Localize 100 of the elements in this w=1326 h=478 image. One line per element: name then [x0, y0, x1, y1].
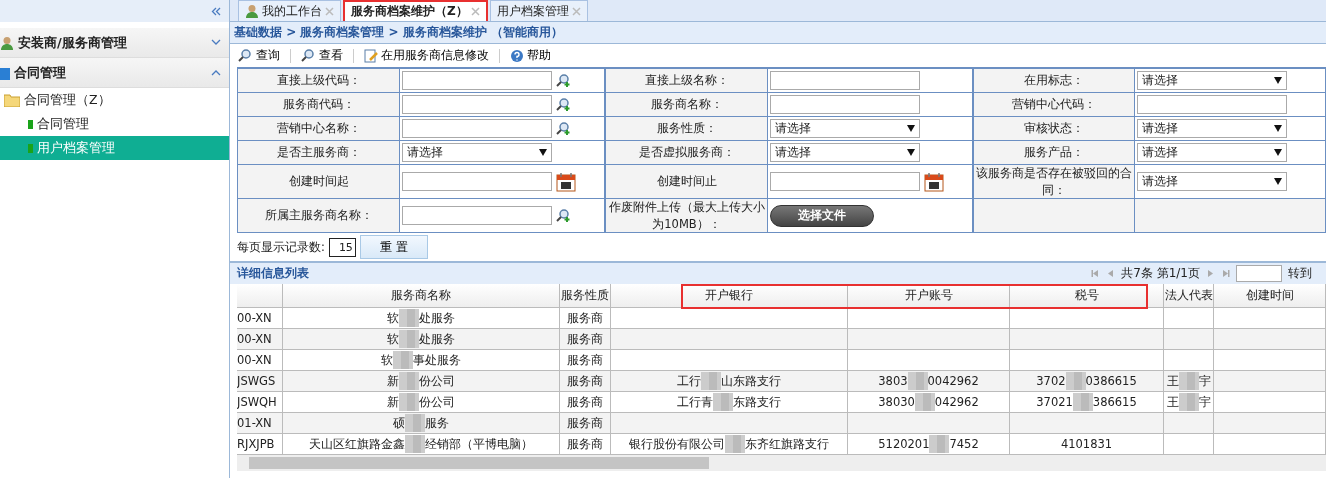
table-cell: 00-XN — [237, 308, 283, 329]
close-icon[interactable] — [325, 6, 334, 16]
table-cell: JSWQH — [237, 392, 283, 413]
select-dropdown[interactable]: 请选择 — [770, 119, 920, 138]
redaction-mark — [1072, 393, 1093, 411]
field-label: 服务性质： — [605, 117, 768, 141]
caret-icon[interactable] — [1274, 77, 1282, 84]
field-label: 营销中心名称： — [237, 117, 400, 141]
table-cell: RJXJPB — [237, 434, 283, 455]
tab[interactable]: 服务商档案维护（Z） — [343, 0, 488, 21]
table-cell: 软 处服务 — [283, 329, 560, 350]
close-icon[interactable] — [571, 6, 581, 16]
field-label: 该服务商是否存在被驳回的合同： — [973, 165, 1135, 199]
person-icon — [0, 35, 14, 50]
close-icon[interactable] — [470, 7, 480, 16]
leaf-icon — [28, 143, 33, 153]
toolbar-button[interactable]: 查看 — [297, 47, 347, 64]
page-size-field[interactable]: 15 — [328, 237, 356, 257]
first-page-icon[interactable] — [1091, 269, 1101, 278]
select-dropdown[interactable]: 请选择 — [1137, 71, 1287, 90]
magnifier-plus-icon[interactable] — [556, 97, 571, 112]
column-header: 服务性质 — [560, 284, 611, 308]
table-cell: 00-XN — [237, 350, 283, 371]
caret-icon[interactable] — [539, 149, 547, 156]
leaf-icon — [28, 119, 33, 129]
caret-icon[interactable] — [907, 125, 915, 132]
last-page-icon[interactable] — [1221, 269, 1230, 278]
select-dropdown[interactable]: 请选择 — [402, 143, 552, 162]
table-cell — [1164, 434, 1214, 455]
column-header: 服务商名称 — [283, 284, 560, 308]
date-field[interactable] — [770, 172, 920, 191]
table-cell: 01-XN — [237, 413, 283, 434]
menu-group-header[interactable]: 安装商/服务商管理 — [0, 28, 229, 58]
select-dropdown[interactable]: 请选择 — [1137, 143, 1287, 162]
caret-icon[interactable] — [1274, 178, 1282, 185]
table-cell: 服务商 — [560, 392, 611, 413]
redaction-mark — [405, 414, 425, 432]
tab[interactable]: 我的工作台 — [238, 0, 341, 21]
text-field[interactable] — [402, 95, 552, 114]
next-page-icon[interactable] — [1206, 269, 1215, 278]
magnifier-plus-icon[interactable] — [556, 208, 571, 223]
breadcrumb: 基础数据 > 服务商档案管理 > 服务商档案维护 （智能商用） — [230, 22, 1326, 44]
previous-page-icon[interactable] — [1106, 269, 1116, 278]
redaction-mark — [907, 372, 928, 390]
text-field[interactable] — [402, 119, 552, 138]
table-cell: 天山区红旗路金鑫 经销部（平博电脑） — [283, 434, 560, 455]
redaction-mark — [1178, 372, 1199, 390]
chevron-down-icon[interactable] — [211, 39, 221, 46]
field-label: 所属主服务商名称： — [237, 199, 400, 233]
table-cell: 38030 042962 — [848, 392, 1010, 413]
calendar-icon[interactable] — [924, 171, 944, 192]
redaction-mark — [701, 372, 721, 390]
text-field[interactable] — [1137, 95, 1287, 114]
text-field[interactable] — [402, 206, 552, 225]
field-label: 创建时间起 — [237, 165, 400, 199]
table-cell: 5120201 7452 — [848, 434, 1010, 455]
tab[interactable]: 用户档案管理 — [489, 0, 588, 21]
text-field[interactable] — [402, 71, 552, 90]
field-label: 服务产品： — [973, 141, 1135, 165]
menu-group-header[interactable]: 合同管理 — [0, 58, 229, 88]
text-field[interactable] — [770, 95, 920, 114]
magnifier-plus-icon[interactable] — [556, 73, 571, 88]
list-title: 详细信息列表 — [237, 265, 310, 282]
toolbar-button[interactable]: 查询 — [234, 47, 284, 64]
edit-icon — [364, 48, 378, 63]
clipboard-icon — [0, 65, 10, 80]
page-number-field[interactable] — [1236, 265, 1282, 282]
caret-icon[interactable] — [1274, 149, 1282, 156]
goto-label[interactable]: 转到 — [1288, 265, 1312, 282]
field-label: 作废附件上传（最大上传大小为10MB）： — [605, 199, 768, 233]
page-size-label: 每页显示记录数: — [237, 239, 325, 255]
collapse-icon[interactable] — [211, 6, 221, 16]
select-dropdown[interactable]: 请选择 — [1137, 172, 1287, 191]
tree-folder[interactable]: 合同管理（Z） — [0, 88, 229, 112]
select-dropdown[interactable]: 请选择 — [1137, 119, 1287, 138]
table-cell: 3702 0386615 — [1010, 371, 1164, 392]
table-cell: 服务商 — [560, 329, 611, 350]
horizontal-scrollbar[interactable] — [237, 455, 1326, 471]
date-field[interactable] — [402, 172, 552, 191]
caret-icon[interactable] — [1274, 125, 1282, 132]
field-label: 是否虚拟服务商： — [605, 141, 768, 165]
toolbar-button[interactable]: 帮助 — [506, 47, 555, 64]
choose-file-button[interactable]: 选择文件 — [770, 204, 874, 227]
text-field[interactable] — [770, 71, 920, 90]
reset-button[interactable]: 重 置 — [359, 235, 428, 259]
table-cell — [1164, 329, 1214, 350]
toolbar-button[interactable]: 在用服务商信息修改 — [360, 47, 493, 64]
table-cell — [1164, 350, 1214, 371]
table-cell: 工行 山东路支行 — [611, 371, 848, 392]
chevron-up-icon[interactable] — [211, 69, 221, 76]
calendar-icon[interactable] — [556, 171, 576, 192]
caret-icon[interactable] — [907, 149, 915, 156]
magnifier-plus-icon[interactable] — [556, 121, 571, 136]
table-cell: 服务商 — [560, 350, 611, 371]
select-dropdown[interactable]: 请选择 — [770, 143, 920, 162]
table-cell: 服务商 — [560, 434, 611, 455]
redaction-mark — [713, 393, 733, 411]
column-header: 开户账号 — [848, 284, 1010, 308]
tree-item[interactable]: 合同管理 — [0, 112, 229, 136]
search-icon — [238, 48, 253, 63]
